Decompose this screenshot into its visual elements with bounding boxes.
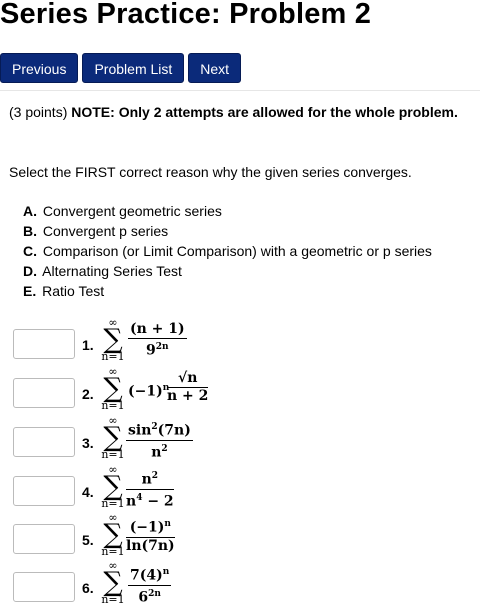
problem-number-1: 1. [82, 337, 94, 353]
question-text: Select the FIRST correct reason why the … [9, 164, 412, 180]
term-4: n2 n4 − 2 [126, 468, 174, 510]
problem-number-6: 6. [82, 580, 94, 596]
term-2-prefix: (−1)n [128, 383, 170, 400]
reason-options: A. Convergent geometric series B. Conver… [23, 204, 432, 304]
problem-number-2: 2. [82, 386, 94, 402]
term-2: √n n + 2 [167, 370, 209, 404]
previous-button[interactable]: Previous [0, 53, 79, 83]
page-title: Series Practice: Problem 2 [0, 0, 372, 30]
term-5: (−1)n ln(7n) [126, 516, 175, 555]
option-c: C. Comparison (or Limit Comparison) with… [23, 243, 432, 259]
sum-symbol-1: ∞ ∑ n=1 [101, 316, 125, 363]
answer-input-6[interactable] [13, 572, 75, 602]
note-text: NOTE: Only 2 attempts are allowed for th… [71, 104, 458, 120]
sum-symbol-4: ∞ ∑ n=1 [101, 463, 125, 510]
sum-symbol-3: ∞ ∑ n=1 [101, 414, 125, 461]
term-1: (n + 1) 92n [128, 321, 187, 359]
option-a: A. Convergent geometric series [23, 203, 222, 219]
answer-input-3[interactable] [13, 427, 75, 457]
answer-input-1[interactable] [13, 329, 75, 359]
sum-symbol-5: ∞ ∑ n=1 [101, 511, 125, 558]
option-e: E. Ratio Test [23, 283, 105, 299]
problem-number-5: 5. [82, 532, 94, 548]
term-6: 7(4)n 62n [128, 564, 172, 606]
points-label: (3 points) [9, 104, 68, 120]
attempts-note: (3 points) NOTE: Only 2 attempts are all… [9, 104, 458, 120]
problem-list-button[interactable]: Problem List [82, 53, 185, 83]
next-button[interactable]: Next [188, 53, 242, 83]
problem-number-3: 3. [82, 435, 94, 451]
option-b: B. Convergent p series [23, 223, 169, 239]
term-3: sin2(7n) n2 [126, 419, 193, 461]
answer-input-4[interactable] [13, 476, 75, 506]
answer-input-5[interactable] [13, 524, 75, 554]
nav-buttons: Previous Problem List Next [0, 53, 245, 83]
problem-number-4: 4. [82, 484, 94, 500]
answer-input-2[interactable] [13, 378, 75, 408]
sum-symbol-2: ∞ ∑ n=1 [101, 365, 125, 412]
option-d: D. Alternating Series Test [23, 263, 182, 279]
sum-symbol-6: ∞ ∑ n=1 [101, 559, 125, 606]
